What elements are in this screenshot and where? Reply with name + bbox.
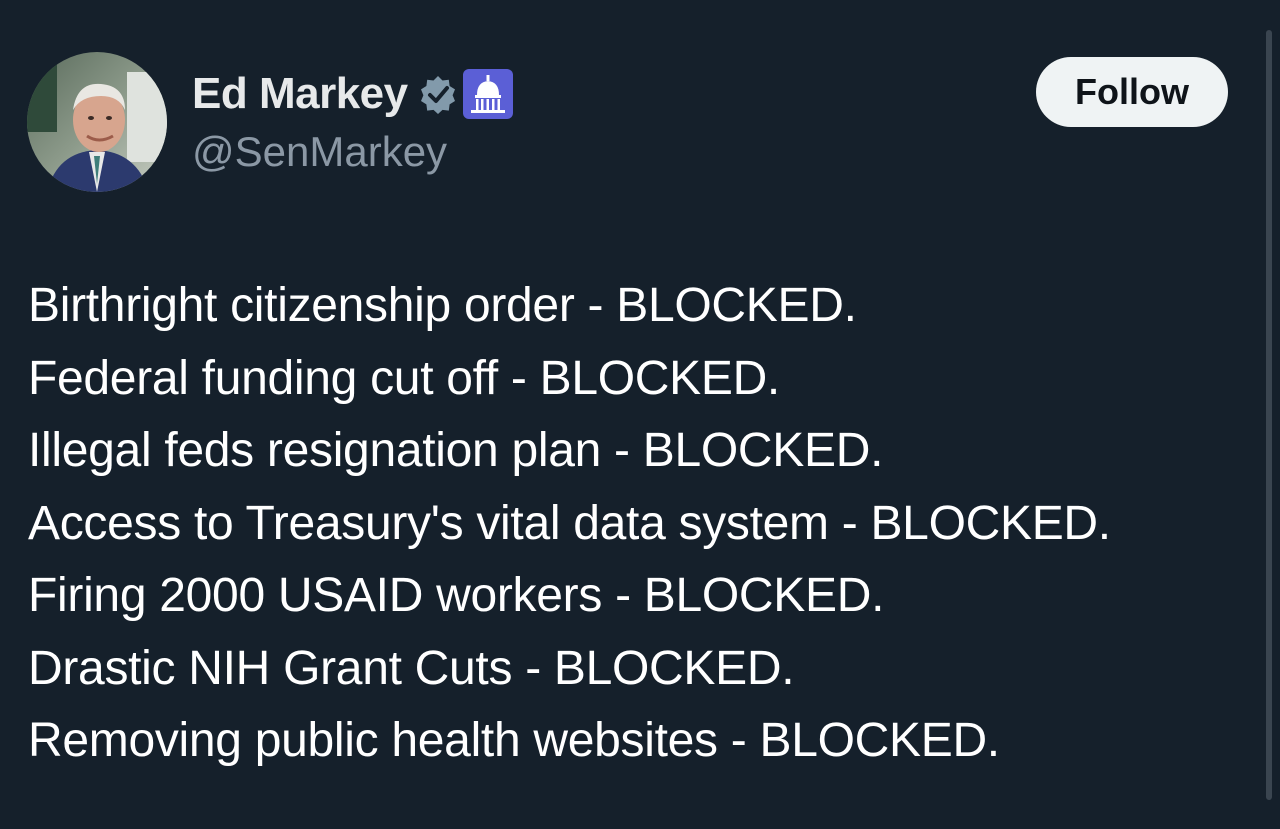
tweet-text-line: Firing 2000 USAID workers - BLOCKED.: [28, 569, 885, 622]
tweet-text-line: Access to Treasury's vital data system -…: [28, 496, 1111, 550]
tweet-card: Ed Markey @SenMarkey Follow Birthright c…: [0, 0, 1280, 829]
tweet-text-line: Illegal feds resignation plan - BLOCKED.: [28, 424, 884, 477]
author-handle[interactable]: @SenMarkey: [192, 128, 447, 176]
us-capitol-government-icon: [462, 68, 514, 120]
tweet-text: Birthright citizenship order - BLOCKED. …: [28, 270, 1258, 778]
avatar-photo: [27, 52, 167, 192]
author-name-row: Ed Markey: [192, 64, 514, 124]
tweet-text-line: Drastic NIH Grant Cuts - BLOCKED.: [28, 641, 795, 695]
tweet-text-line: Removing public health websites - BLOCKE…: [28, 714, 1000, 767]
verified-badge-icon: [418, 74, 458, 114]
tweet-text-line: Federal funding cut off - BLOCKED.: [28, 351, 780, 405]
scrollbar[interactable]: [1266, 30, 1272, 800]
author-display-name[interactable]: Ed Markey: [192, 69, 408, 119]
author-avatar[interactable]: [27, 52, 167, 192]
follow-button[interactable]: Follow: [1036, 57, 1228, 127]
tweet-text-line: Birthright citizenship order - BLOCKED.: [28, 279, 857, 332]
